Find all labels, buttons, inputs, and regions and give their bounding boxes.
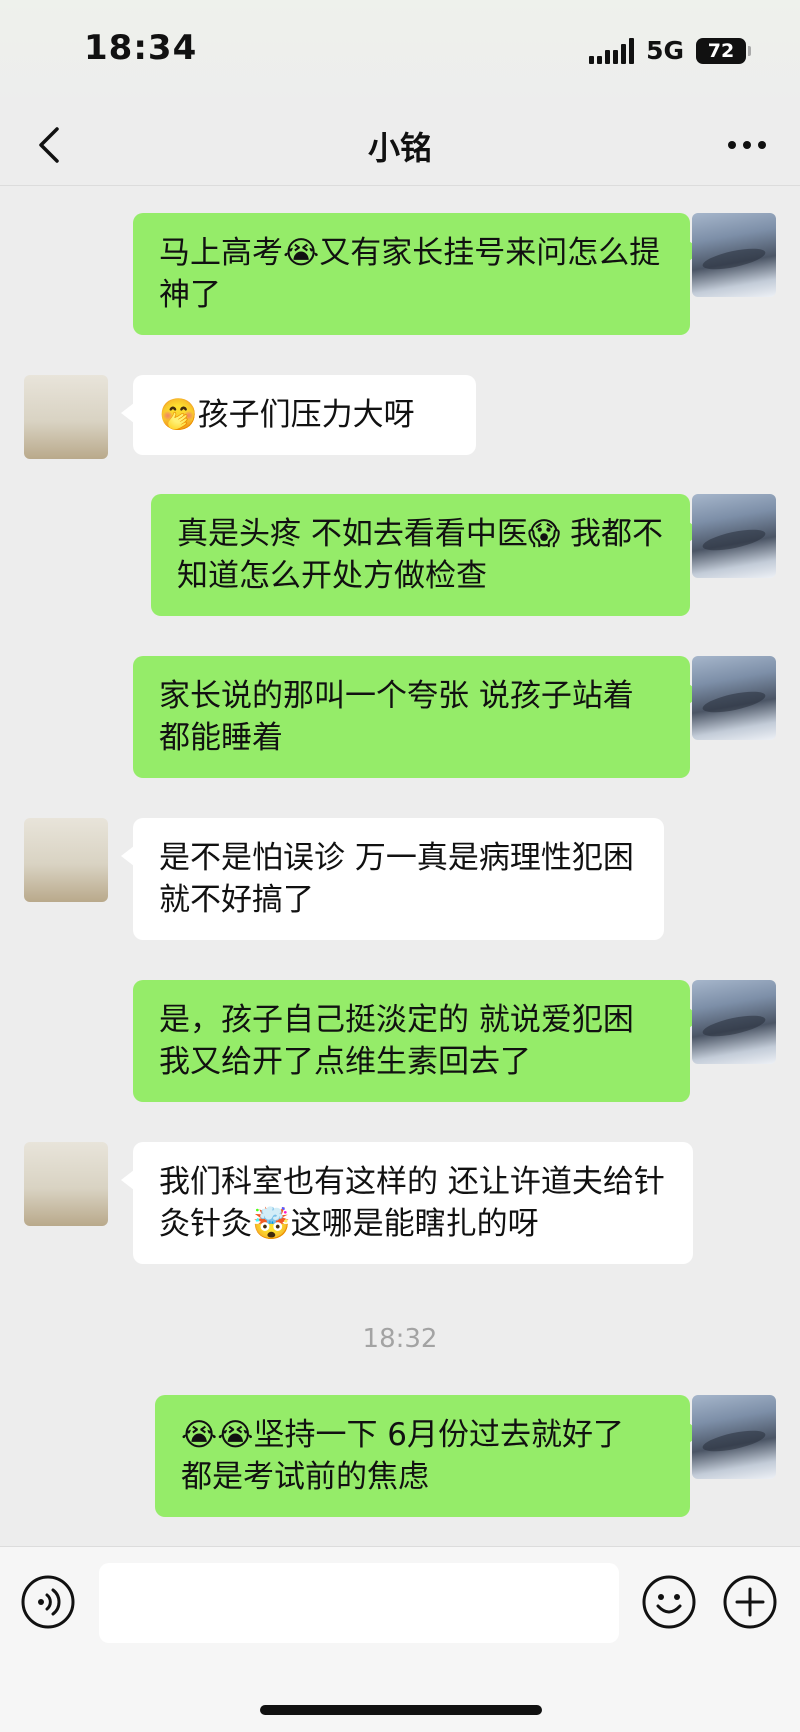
message-bubble-received[interactable]: 🤭孩子们压力大呀 [121,375,476,455]
voice-button[interactable] [20,1574,76,1630]
message-bubble-sent[interactable]: 😭😭坚持一下 6月份过去就好了 都是考试前的焦虑 [155,1395,702,1517]
my-avatar[interactable] [692,494,776,578]
chat-title: 小铭 [367,129,432,167]
my-avatar[interactable] [692,656,776,740]
more-functions-button[interactable] [722,1574,778,1630]
plus-icon [723,1575,777,1629]
battery-icon: 72 [696,37,751,64]
my-avatar[interactable] [692,980,776,1064]
contact-avatar[interactable] [24,1142,108,1226]
nav-bar: 小铭 [0,105,800,186]
contact-avatar[interactable] [24,375,108,459]
emoji-icon [642,1575,696,1629]
message-list[interactable]: 马上高考😭又有家长挂号来问怎么提神了 🤭孩子们压力大呀 真是头疼 不如去看看中医… [0,186,800,1546]
my-avatar[interactable] [692,1395,776,1479]
my-avatar[interactable] [692,213,776,297]
status-time: 18:34 [84,28,198,68]
more-dots-icon [728,141,766,149]
network-label: 5G [646,36,684,65]
message-bubble-received[interactable]: 我们科室也有这样的 还让许道夫给针灸针灸🤯这哪是能瞎扎的呀 [121,1142,693,1264]
emoji-button[interactable] [641,1574,697,1630]
message-bubble-sent[interactable]: 是，孩子自己挺淡定的 就说爱犯困 我又给开了点维生素回去了 [133,980,702,1102]
message-bubble-sent[interactable]: 家长说的那叫一个夸张 说孩子站着都能睡着 [133,656,702,778]
message-input[interactable] [99,1563,619,1643]
message-bubble-sent[interactable]: 真是头疼 不如去看看中医😱 我都不知道怎么开处方做检查 [151,494,702,616]
contact-avatar[interactable] [24,818,108,902]
input-bar [0,1546,800,1732]
more-button[interactable] [722,119,772,171]
status-bar: 18:34 5G 72 [0,0,800,105]
voice-icon [21,1575,75,1629]
home-indicator[interactable] [260,1705,542,1715]
message-bubble-received[interactable]: 是不是怕误诊 万一真是病理性犯困 就不好搞了 [121,818,664,940]
signal-icon [589,37,635,64]
status-indicators: 5G 72 [589,36,751,65]
message-bubble-sent[interactable]: 马上高考😭又有家长挂号来问怎么提神了 [133,213,702,335]
timestamp-divider: 18:32 [362,1324,438,1354]
